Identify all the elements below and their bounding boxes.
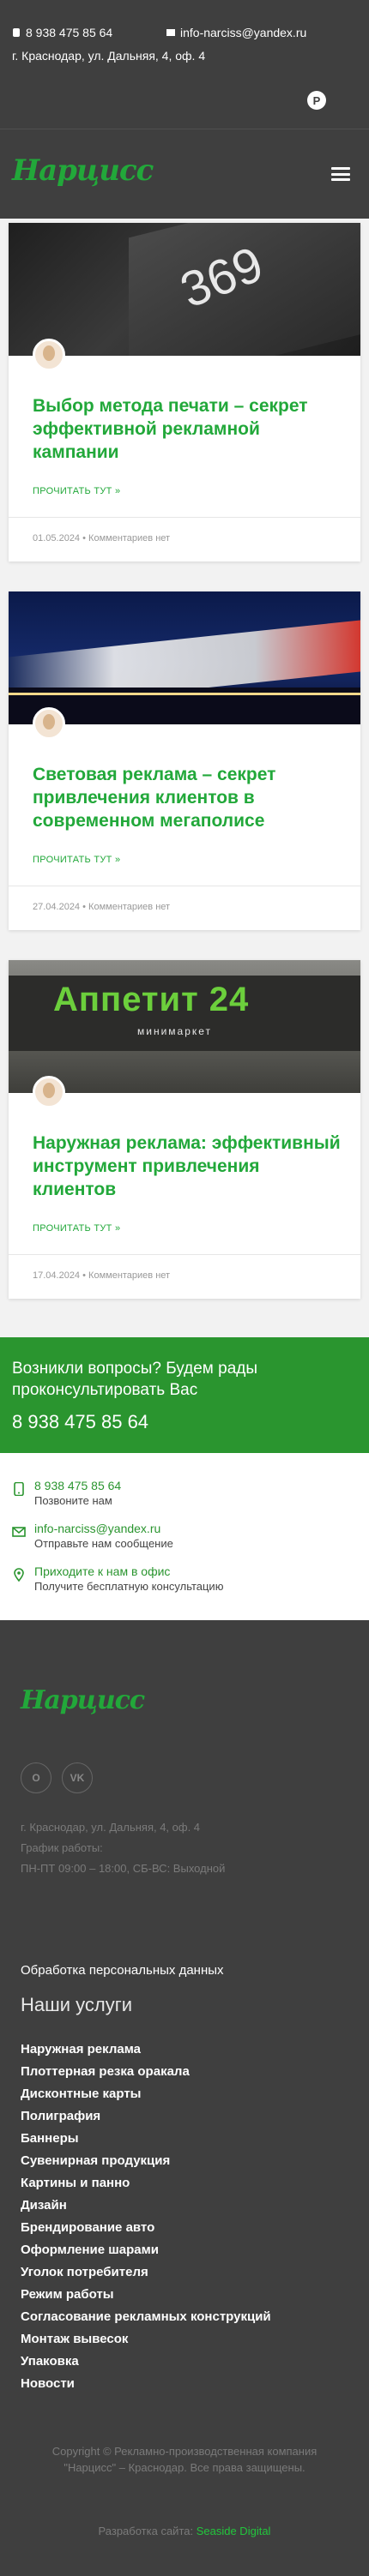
service-link[interactable]: Брендирование авто xyxy=(21,2217,347,2239)
post-image-subsign: минимаркет xyxy=(137,1025,213,1037)
top-address: г. Краснодар, ул. Дальняя, 4, оф. 4 xyxy=(12,49,206,63)
post-comments: Комментариев нет xyxy=(88,902,171,912)
envelope-icon xyxy=(12,1527,26,1537)
contact-email[interactable]: info-narciss@yandex.ru xyxy=(34,1522,160,1535)
top-phone[interactable]: 8 938 475 85 64 xyxy=(12,26,112,39)
hamburger-menu-icon[interactable] xyxy=(331,167,350,181)
site-footer: Нарцисс О VK г. Краснодар, ул. Дальняя, … xyxy=(0,1620,369,2576)
post-title[interactable]: Световая реклама – секрет привлечения кл… xyxy=(33,763,342,832)
top-email[interactable]: info-narciss@yandex.ru xyxy=(166,26,306,39)
post-meta: 27.04.2024 • Комментариев нет xyxy=(33,902,171,912)
phone-icon xyxy=(13,28,20,37)
service-link[interactable]: Уголок потребителя xyxy=(21,2261,347,2284)
post-date: 27.04.2024 xyxy=(33,902,81,912)
pinterest-icon[interactable]: P xyxy=(307,91,326,110)
contact-phone-big[interactable]: 8 938 475 85 64 xyxy=(12,1411,148,1433)
author-avatar xyxy=(33,1076,65,1108)
contact-banner: Возникли вопросы? Будем рады проконсульт… xyxy=(0,1337,369,1453)
service-link[interactable]: Оформление шарами xyxy=(21,2239,347,2261)
post-title[interactable]: Наружная реклама: эффективный инструмент… xyxy=(33,1132,342,1201)
read-more-link[interactable]: ПРОЧИТАТЬ ТУТ » xyxy=(33,1223,120,1234)
post-comments: Комментариев нет xyxy=(88,1270,171,1281)
services-heading: Наши услуги xyxy=(21,1994,133,2015)
contact-phone-caption: Позвоните нам xyxy=(34,1494,112,1507)
service-link[interactable]: Режим работы xyxy=(21,2284,347,2306)
author-avatar xyxy=(33,339,65,371)
contact-office-caption: Получите бесплатную консультацию xyxy=(34,1580,224,1593)
mail-icon xyxy=(166,29,175,36)
author-avatar xyxy=(33,707,65,740)
post-meta: 17.04.2024 • Комментариев нет xyxy=(33,1270,171,1281)
footer-schedule: ПН-ПТ 09:00 – 18:00, СБ-ВС: Выходной xyxy=(21,1862,226,1875)
post-meta: 01.05.2024 • Комментариев нет xyxy=(33,533,171,543)
copyright: Copyright © Рекламно-производственная ко… xyxy=(51,2445,318,2474)
service-link[interactable]: Дисконтные карты xyxy=(21,2083,347,2105)
footer-address: г. Краснодар, ул. Дальняя, 4, оф. 4 xyxy=(21,1821,201,1834)
service-link[interactable]: Монтаж вывесок xyxy=(21,2328,347,2351)
top-bar: 8 938 475 85 64 info-narciss@yandex.ru г… xyxy=(0,0,369,129)
post-date: 01.05.2024 xyxy=(33,533,81,543)
service-link[interactable]: Полиграфия xyxy=(21,2105,347,2128)
service-link[interactable]: Картины и панно xyxy=(21,2172,347,2195)
mobile-phone-icon xyxy=(14,1482,24,1496)
dev-label: Разработка сайта: xyxy=(98,2525,194,2537)
developer-credit: Разработка сайта: Seaside Digital xyxy=(0,2525,369,2537)
privacy-link[interactable]: Обработка персональных данных xyxy=(21,1963,224,1978)
service-link[interactable]: Дизайн xyxy=(21,2195,347,2217)
footer-logo[interactable]: Нарцисс xyxy=(21,1685,145,1715)
post-card: Аппетит 24 минимаркет Наружная реклама: … xyxy=(9,960,360,1299)
post-image[interactable]: 369 xyxy=(9,223,360,356)
contact-phone[interactable]: 8 938 475 85 64 xyxy=(34,1479,121,1492)
service-link[interactable]: Баннеры xyxy=(21,2128,347,2150)
site-logo[interactable]: Нарцисс xyxy=(12,153,154,188)
post-card: 369 Выбор метода печати – секрет эффекти… xyxy=(9,223,360,561)
services-list: Наружная реклама Плоттерная резка оракал… xyxy=(21,2039,347,2395)
post-title[interactable]: Выбор метода печати – секрет эффективной… xyxy=(33,394,342,464)
service-link[interactable]: Согласование рекламных конструкций xyxy=(21,2306,347,2328)
service-link[interactable]: Наружная реклама xyxy=(21,2039,347,2061)
post-card: Световая реклама – секрет привлечения кл… xyxy=(9,591,360,930)
post-image-sign: Аппетит 24 xyxy=(53,981,250,1018)
social-icon[interactable]: О xyxy=(21,1762,51,1793)
post-image[interactable]: Аппетит 24 минимаркет xyxy=(9,960,360,1093)
read-more-link[interactable]: ПРОЧИТАТЬ ТУТ » xyxy=(33,855,120,865)
vk-icon[interactable]: VK xyxy=(62,1762,93,1793)
service-link[interactable]: Новости xyxy=(21,2373,347,2395)
location-pin-icon xyxy=(14,1568,24,1582)
top-phone-text: 8 938 475 85 64 xyxy=(26,26,113,39)
contact-email-caption: Отправьте нам сообщение xyxy=(34,1537,173,1550)
read-more-link[interactable]: ПРОЧИТАТЬ ТУТ » xyxy=(33,486,120,496)
site-header: Нарцисс xyxy=(0,129,369,219)
contact-office[interactable]: Приходите к нам в офис xyxy=(34,1564,170,1578)
contact-info: 8 938 475 85 64 Позвоните нам info-narci… xyxy=(0,1453,369,1620)
service-link[interactable]: Сувенирная продукция xyxy=(21,2150,347,2172)
footer-schedule-label: График работы: xyxy=(21,1841,103,1854)
post-date: 17.04.2024 xyxy=(33,1270,81,1281)
top-email-text: info-narciss@yandex.ru xyxy=(180,26,307,39)
contact-question: Возникли вопросы? Будем рады проконсульт… xyxy=(12,1360,258,1399)
dev-link[interactable]: Seaside Digital xyxy=(197,2525,271,2537)
post-image[interactable] xyxy=(9,591,360,724)
post-comments: Комментариев нет xyxy=(88,533,171,543)
service-link[interactable]: Упаковка xyxy=(21,2351,347,2373)
service-link[interactable]: Плоттерная резка оракала xyxy=(21,2061,347,2083)
